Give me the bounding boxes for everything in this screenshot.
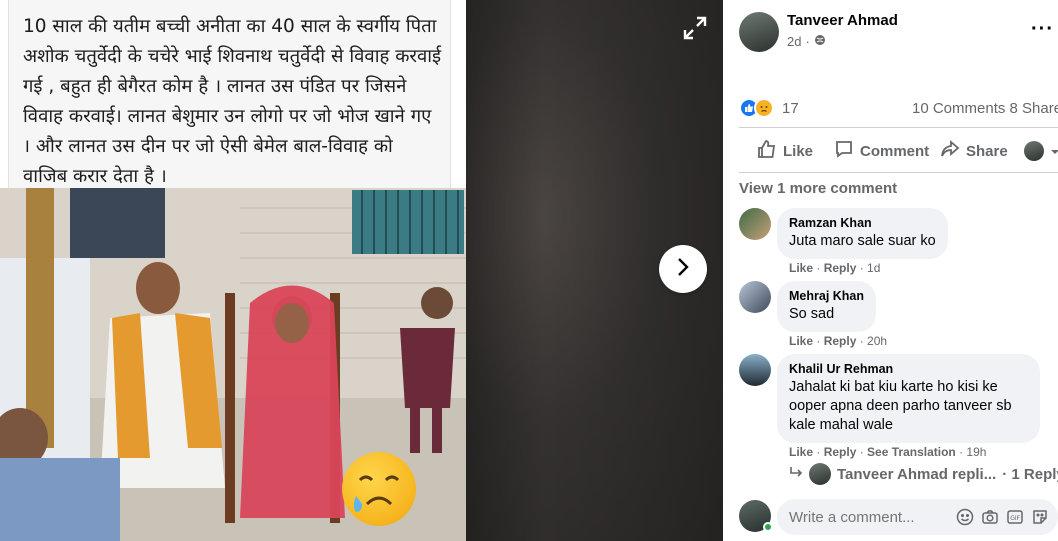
online-status-indicator — [763, 522, 773, 532]
image-caption-text: 10 साल की यतीम बच्ची अनीता का 40 साल के … — [23, 16, 442, 187]
crying-face-emoji — [342, 452, 416, 526]
svg-text:GIF: GIF — [1010, 515, 1020, 522]
comment-time[interactable]: 19h — [966, 445, 986, 459]
view-replies-link[interactable]: Tanveer Ahmad repli... · 1 Reply — [789, 463, 1058, 485]
comment-reply-link[interactable]: Reply — [824, 334, 857, 348]
comment-text: Juta maro sale suar ko — [789, 233, 936, 249]
comment-composer[interactable]: GIF — [777, 499, 1058, 535]
more-options-icon[interactable]: ··· — [1031, 18, 1054, 41]
post-image: 10 साल की यतीम बच्ची अनीता का 40 साल के … — [0, 0, 466, 541]
like-button[interactable]: Like — [757, 137, 813, 165]
divider — [739, 127, 1058, 128]
view-more-comments-link[interactable]: View 1 more comment — [739, 180, 897, 197]
share-button[interactable]: Share — [940, 137, 1008, 165]
comment-reply-link[interactable]: Reply — [824, 261, 857, 275]
comment-bubble: Mehraj Khan So sad — [777, 281, 876, 332]
comment-time[interactable]: 20h — [867, 334, 887, 348]
thumbs-up-icon — [757, 139, 777, 163]
comment-reply-link[interactable]: Reply — [824, 445, 857, 459]
sad-reaction-icon — [754, 98, 774, 118]
divider — [739, 172, 1058, 173]
comment-like-link[interactable]: Like — [789, 261, 813, 275]
emoji-icon[interactable] — [956, 506, 974, 528]
expand-icon[interactable] — [681, 14, 709, 42]
comment-button[interactable]: Comment — [834, 137, 929, 165]
chevron-right-icon — [675, 256, 691, 283]
react-as-profile-selector[interactable] — [1024, 137, 1058, 165]
post-side-panel: Tanveer Ahmad 2d · ··· 17 10 Comments 8 … — [723, 0, 1058, 541]
next-photo-button[interactable] — [659, 245, 707, 293]
comment-bubble: Khalil Ur Rehman Jahalat ki bat kiu kart… — [777, 354, 1040, 443]
comment-label: Comment — [860, 142, 930, 160]
reply-arrow-icon — [789, 465, 803, 483]
post-meta: 2d · — [787, 34, 826, 49]
commenter-avatar[interactable] — [739, 208, 771, 240]
gif-icon[interactable]: GIF — [1006, 506, 1024, 528]
comment-like-link[interactable]: Like — [789, 445, 813, 459]
reaction-count: 17 — [782, 99, 799, 117]
photo-viewer: 10 साल की यतीम बच्ची अनीता का 40 साल के … — [0, 0, 723, 541]
share-label: Share — [966, 142, 1008, 160]
comment-text: So sad — [789, 306, 835, 322]
like-label: Like — [783, 142, 814, 160]
camera-icon[interactable] — [981, 506, 999, 528]
globe-icon — [814, 34, 826, 49]
comments-shares-count[interactable]: 10 Comments 8 Shares — [912, 100, 1058, 117]
profile-avatar-icon — [1024, 141, 1044, 161]
commenter-name[interactable]: Khalil Ur Rehman — [789, 362, 1028, 376]
commenter-name[interactable]: Mehraj Khan — [789, 289, 864, 303]
comment-like-link[interactable]: Like — [789, 334, 813, 348]
comment-text: Jahalat ki bat kiu karte ho kisi ke oope… — [789, 379, 1012, 433]
commenter-avatar[interactable] — [739, 281, 771, 313]
reactions-summary[interactable]: 17 — [739, 98, 799, 118]
reply-count: · 1 Reply — [1002, 465, 1058, 483]
reply-author: Tanveer Ahmad repli... — [837, 465, 997, 483]
share-icon — [940, 139, 960, 163]
author-avatar[interactable] — [739, 12, 779, 52]
see-translation-link[interactable]: See Translation — [867, 445, 956, 459]
sticker-icon[interactable] — [1031, 506, 1049, 528]
comment-time[interactable]: 1d — [867, 261, 880, 275]
comment-bubble: Ramzan Khan Juta maro sale suar ko — [777, 208, 948, 259]
commenter-name[interactable]: Ramzan Khan — [789, 216, 936, 230]
comment-input[interactable] — [789, 508, 949, 526]
caret-down-icon — [1050, 143, 1058, 160]
comment-actions: Like · Reply · 1d — [789, 261, 881, 275]
reply-author-avatar — [809, 463, 831, 485]
comment-actions: Like · Reply · See Translation · 19h — [789, 445, 987, 459]
post-time[interactable]: 2d — [787, 34, 801, 49]
image-caption-block: 10 साल की यतीम बच्ची अनीता का 40 साल के … — [8, 0, 451, 188]
comment-actions: Like · Reply · 20h — [789, 334, 888, 348]
comment-icon — [834, 139, 854, 163]
commenter-avatar[interactable] — [739, 354, 771, 386]
author-name[interactable]: Tanveer Ahmad — [787, 12, 898, 29]
